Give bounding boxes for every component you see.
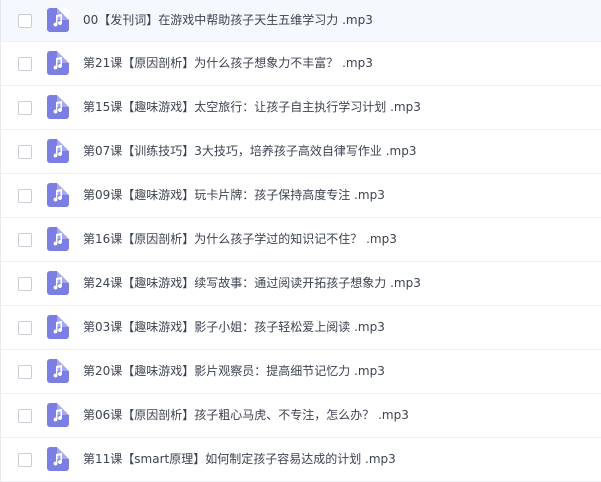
file-row[interactable]: 第06课【原因剖析】孩子粗心马虎、不专注，怎么办？ .mp3	[0, 394, 601, 438]
row-checkbox[interactable]	[18, 14, 32, 28]
file-name[interactable]: 第21课【原因剖析】为什么孩子想象力不丰富？ .mp3	[83, 55, 373, 71]
file-name[interactable]: 第11课【smart原理】如何制定孩子容易达成的计划 .mp3	[83, 451, 396, 467]
audio-file-icon	[47, 315, 69, 339]
row-checkbox[interactable]	[18, 277, 32, 291]
file-name[interactable]: 第07课【训练技巧】3大技巧，培养孩子高效自律写作业 .mp3	[83, 143, 416, 159]
file-row[interactable]: 第15课【趣味游戏】太空旅行：让孩子自主执行学习计划 .mp3	[0, 86, 601, 130]
file-name[interactable]: 00【发刊词】在游戏中帮助孩子天生五维学习力 .mp3	[83, 12, 373, 28]
file-row[interactable]: 00【发刊词】在游戏中帮助孩子天生五维学习力 .mp3	[0, 0, 601, 42]
row-checkbox[interactable]	[18, 321, 32, 335]
audio-file-icon	[47, 359, 69, 383]
file-name[interactable]: 第15课【趣味游戏】太空旅行：让孩子自主执行学习计划 .mp3	[83, 99, 421, 115]
audio-file-icon	[47, 139, 69, 163]
audio-file-icon	[47, 95, 69, 119]
row-checkbox[interactable]	[18, 233, 32, 247]
row-checkbox[interactable]	[18, 365, 32, 379]
file-name[interactable]: 第16课【原因剖析】为什么孩子学过的知识记不住？ .mp3	[83, 231, 397, 247]
audio-file-icon	[47, 447, 69, 471]
audio-file-icon	[47, 8, 69, 32]
audio-file-icon	[47, 271, 69, 295]
row-checkbox[interactable]	[18, 453, 32, 467]
file-row[interactable]: 第21课【原因剖析】为什么孩子想象力不丰富？ .mp3	[0, 42, 601, 86]
file-row[interactable]: 第09课【趣味游戏】玩卡片牌：孩子保持高度专注 .mp3	[0, 174, 601, 218]
file-name[interactable]: 第09课【趣味游戏】玩卡片牌：孩子保持高度专注 .mp3	[83, 187, 385, 203]
audio-file-icon	[47, 51, 69, 75]
row-checkbox[interactable]	[18, 189, 32, 203]
row-checkbox[interactable]	[18, 145, 32, 159]
file-name[interactable]: 第20课【趣味游戏】影片观察员：提高细节记忆力 .mp3	[83, 363, 385, 379]
audio-file-icon	[47, 227, 69, 251]
file-name[interactable]: 第06课【原因剖析】孩子粗心马虎、不专注，怎么办？ .mp3	[83, 407, 409, 423]
row-checkbox[interactable]	[18, 409, 32, 423]
file-list: 00【发刊词】在游戏中帮助孩子天生五维学习力 .mp3 第21课【原因剖析】为什…	[0, 0, 601, 482]
audio-file-icon	[47, 183, 69, 207]
file-row[interactable]: 第07课【训练技巧】3大技巧，培养孩子高效自律写作业 .mp3	[0, 130, 601, 174]
file-row[interactable]: 第11课【smart原理】如何制定孩子容易达成的计划 .mp3	[0, 438, 601, 482]
file-row[interactable]: 第20课【趣味游戏】影片观察员：提高细节记忆力 .mp3	[0, 350, 601, 394]
file-name[interactable]: 第03课【趣味游戏】影子小姐：孩子轻松爱上阅读 .mp3	[83, 319, 385, 335]
file-name[interactable]: 第24课【趣味游戏】续写故事：通过阅读开拓孩子想象力 .mp3	[83, 275, 421, 291]
row-checkbox[interactable]	[18, 57, 32, 71]
file-row[interactable]: 第24课【趣味游戏】续写故事：通过阅读开拓孩子想象力 .mp3	[0, 262, 601, 306]
audio-file-icon	[47, 403, 69, 427]
row-checkbox[interactable]	[18, 101, 32, 115]
file-row[interactable]: 第16课【原因剖析】为什么孩子学过的知识记不住？ .mp3	[0, 218, 601, 262]
file-row[interactable]: 第03课【趣味游戏】影子小姐：孩子轻松爱上阅读 .mp3	[0, 306, 601, 350]
